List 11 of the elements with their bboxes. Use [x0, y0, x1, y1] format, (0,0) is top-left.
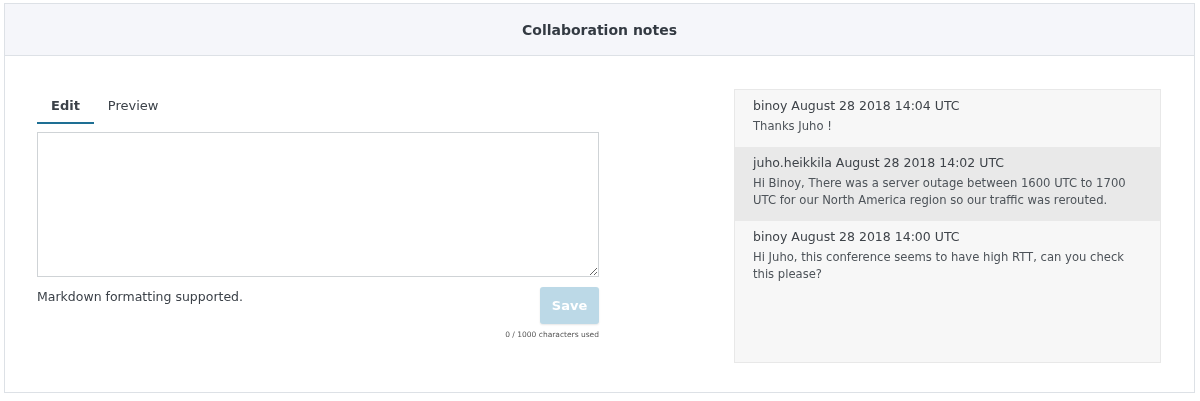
comment-meta: binoy August 28 2018 14:00 UTC: [753, 229, 961, 244]
comment-text: Hi Juho, this conference seems to have high RTT, can you check this please?: [753, 249, 1125, 283]
comment-meta: juho.heikkila August 28 2018 14:02 UTC: [753, 155, 1006, 170]
markdown-hint: Markdown formatting supported.: [37, 289, 244, 306]
comment-text: Thanks Juho !: [753, 118, 833, 135]
comment-meta: binoy August 28 2018 14:04 UTC: [753, 98, 961, 113]
comment-text: Hi Binoy, There was a server outage between 1600 UTC to 1700 UTC for our North America region so our traffic was rerouted.: [753, 175, 1127, 209]
panel-title: Collaboration notes: [522, 21, 677, 38]
note-input-field[interactable]: [37, 132, 599, 277]
tab[interactable]: Preview: [93, 90, 173, 124]
tab[interactable]: Edit: [37, 90, 94, 124]
